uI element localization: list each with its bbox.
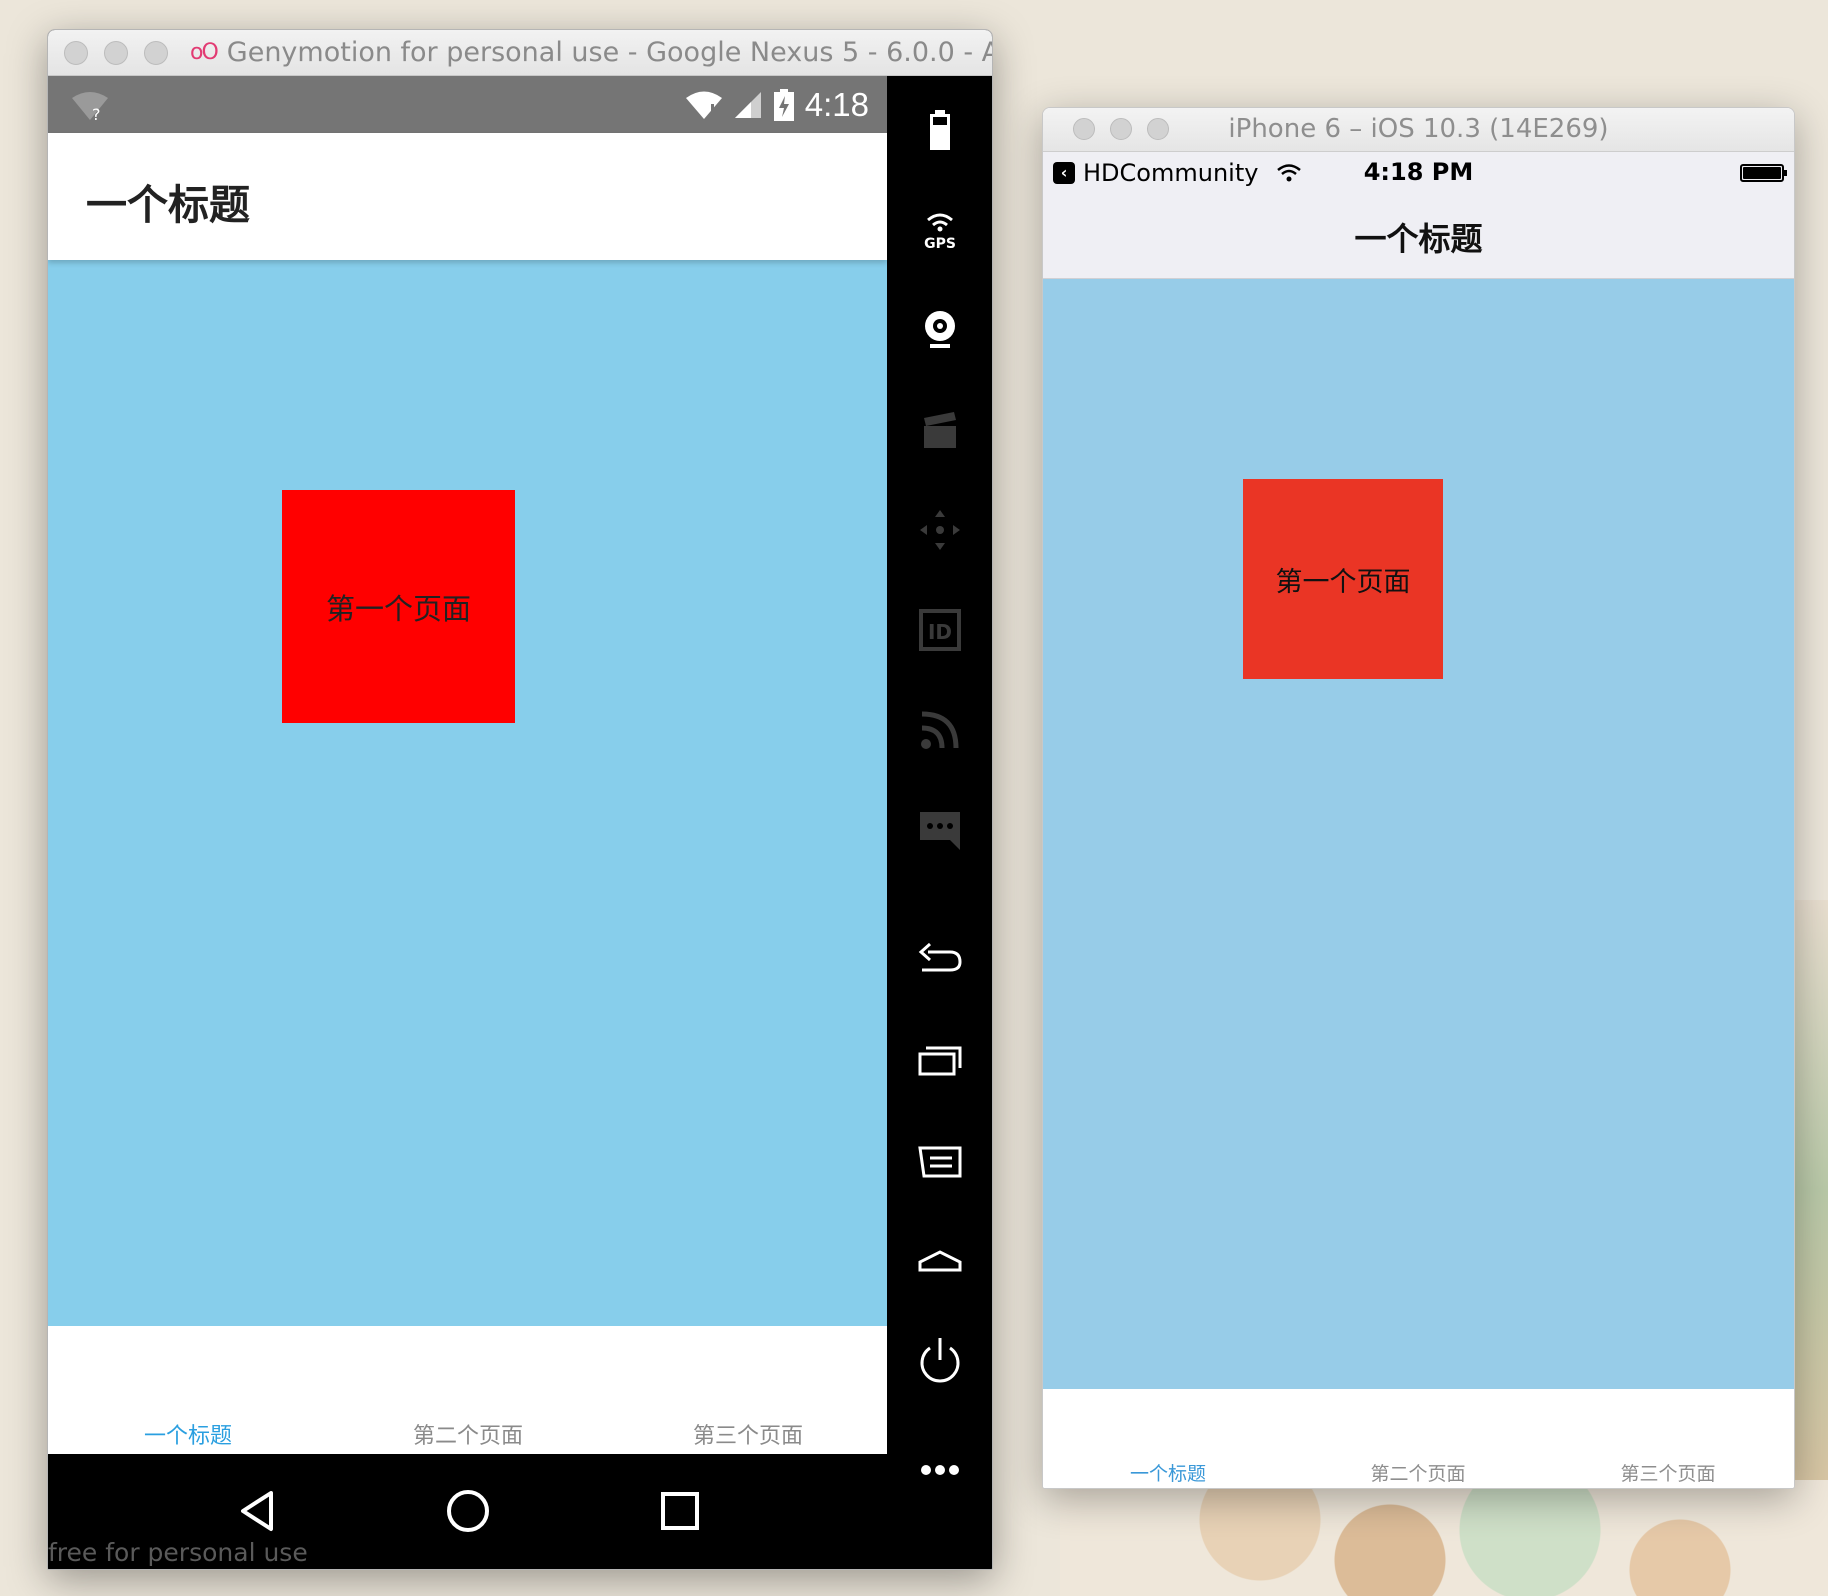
- window-titlebar[interactable]: iPhone 6 – iOS 10.3 (14E269): [1043, 108, 1794, 152]
- genymotion-window: oO Genymotion for personal use - Google …: [47, 29, 993, 1570]
- power-icon[interactable]: [916, 1336, 964, 1384]
- home-icon[interactable]: [916, 1236, 964, 1284]
- nav-recents-icon[interactable]: [656, 1487, 704, 1535]
- window-title: iPhone 6 – iOS 10.3 (14E269): [1228, 114, 1609, 144]
- window-title: Genymotion for personal use - Google Nex…: [226, 37, 992, 68]
- tab-second[interactable]: 第二个页面: [328, 1418, 608, 1450]
- tab-third[interactable]: 第三个页面: [608, 1418, 888, 1450]
- battery-icon[interactable]: [916, 106, 964, 154]
- battery-charging-icon: [773, 89, 794, 121]
- close-window-button[interactable]: [64, 40, 88, 65]
- page-content: 第一个页面: [1043, 279, 1794, 1389]
- navigation-bar: 一个标题: [1043, 192, 1794, 279]
- app-toolbar: 一个标题: [48, 133, 887, 260]
- gps-icon[interactable]: GPS: [916, 206, 964, 254]
- window-controls: [64, 40, 168, 65]
- svg-text:GPS: GPS: [924, 236, 956, 252]
- window-titlebar[interactable]: oO Genymotion for personal use - Google …: [48, 30, 992, 76]
- android-status-bar: ? 4:18: [48, 76, 887, 133]
- network-rss-icon[interactable]: [916, 706, 964, 754]
- wifi-unknown-icon: ?: [72, 92, 108, 122]
- tab-first[interactable]: 一个标题: [48, 1418, 328, 1450]
- sms-icon[interactable]: [916, 806, 964, 854]
- svg-text:?: ?: [92, 105, 101, 122]
- battery-icon: [1740, 164, 1787, 182]
- menu-icon[interactable]: [916, 1136, 964, 1184]
- more-icon[interactable]: [916, 1446, 964, 1494]
- recent-apps-icon[interactable]: [916, 1036, 964, 1084]
- status-time: 4:18: [804, 86, 869, 123]
- desktop-wallpaper-art-edge: [1790, 900, 1828, 1480]
- minimize-window-button[interactable]: [104, 40, 128, 65]
- page-box: 第一个页面: [1243, 479, 1443, 679]
- nav-home-icon[interactable]: [444, 1487, 492, 1535]
- page-title: 一个标题: [1354, 220, 1483, 258]
- desktop-wallpaper-art: [1060, 1480, 1828, 1596]
- tab-second[interactable]: 第二个页面: [1293, 1459, 1543, 1486]
- genymotion-sidebar: GPS ID: [887, 76, 992, 1569]
- back-icon[interactable]: [916, 936, 964, 984]
- media-clapper-icon[interactable]: [916, 406, 964, 454]
- device-id-icon[interactable]: ID: [916, 606, 964, 654]
- status-time: 4:18 PM: [1363, 158, 1474, 186]
- page-box-label: 第一个页面: [325, 591, 471, 626]
- bottom-tab-bar: 一个标题 第二个页面 第三个页面: [48, 1326, 887, 1454]
- page-content: 第一个页面: [48, 260, 887, 1326]
- genymotion-logo-icon: oO: [190, 40, 219, 65]
- dpad-icon[interactable]: [916, 506, 964, 554]
- android-nav-bar: free for personal use: [48, 1454, 887, 1569]
- tab-first[interactable]: 一个标题: [1043, 1459, 1293, 1486]
- nav-back-icon[interactable]: [233, 1487, 281, 1535]
- cell-signal-icon: [734, 92, 761, 118]
- ios-status-bar: ‹ HDCommunity 4:18 PM: [1043, 152, 1794, 192]
- page-box-label: 第一个页面: [1275, 566, 1411, 598]
- zoom-window-button[interactable]: [144, 40, 168, 65]
- android-screen: ? 4:18 一个标题 第一个页面 一个标题 第二个页面 第三个页面 free …: [48, 76, 887, 1569]
- webcam-icon[interactable]: [916, 306, 964, 354]
- page-title: 一个标题: [86, 181, 250, 229]
- svg-text:ID: ID: [928, 620, 952, 644]
- page-box: 第一个页面: [282, 490, 515, 723]
- bottom-tab-bar: 一个标题 第二个页面 第三个页面: [1043, 1389, 1794, 1488]
- wifi-icon: [685, 91, 722, 119]
- watermark-text: free for personal use: [48, 1538, 308, 1567]
- ios-simulator-window: iPhone 6 – iOS 10.3 (14E269) ‹ HDCommuni…: [1042, 107, 1795, 1489]
- tab-third[interactable]: 第三个页面: [1543, 1459, 1793, 1486]
